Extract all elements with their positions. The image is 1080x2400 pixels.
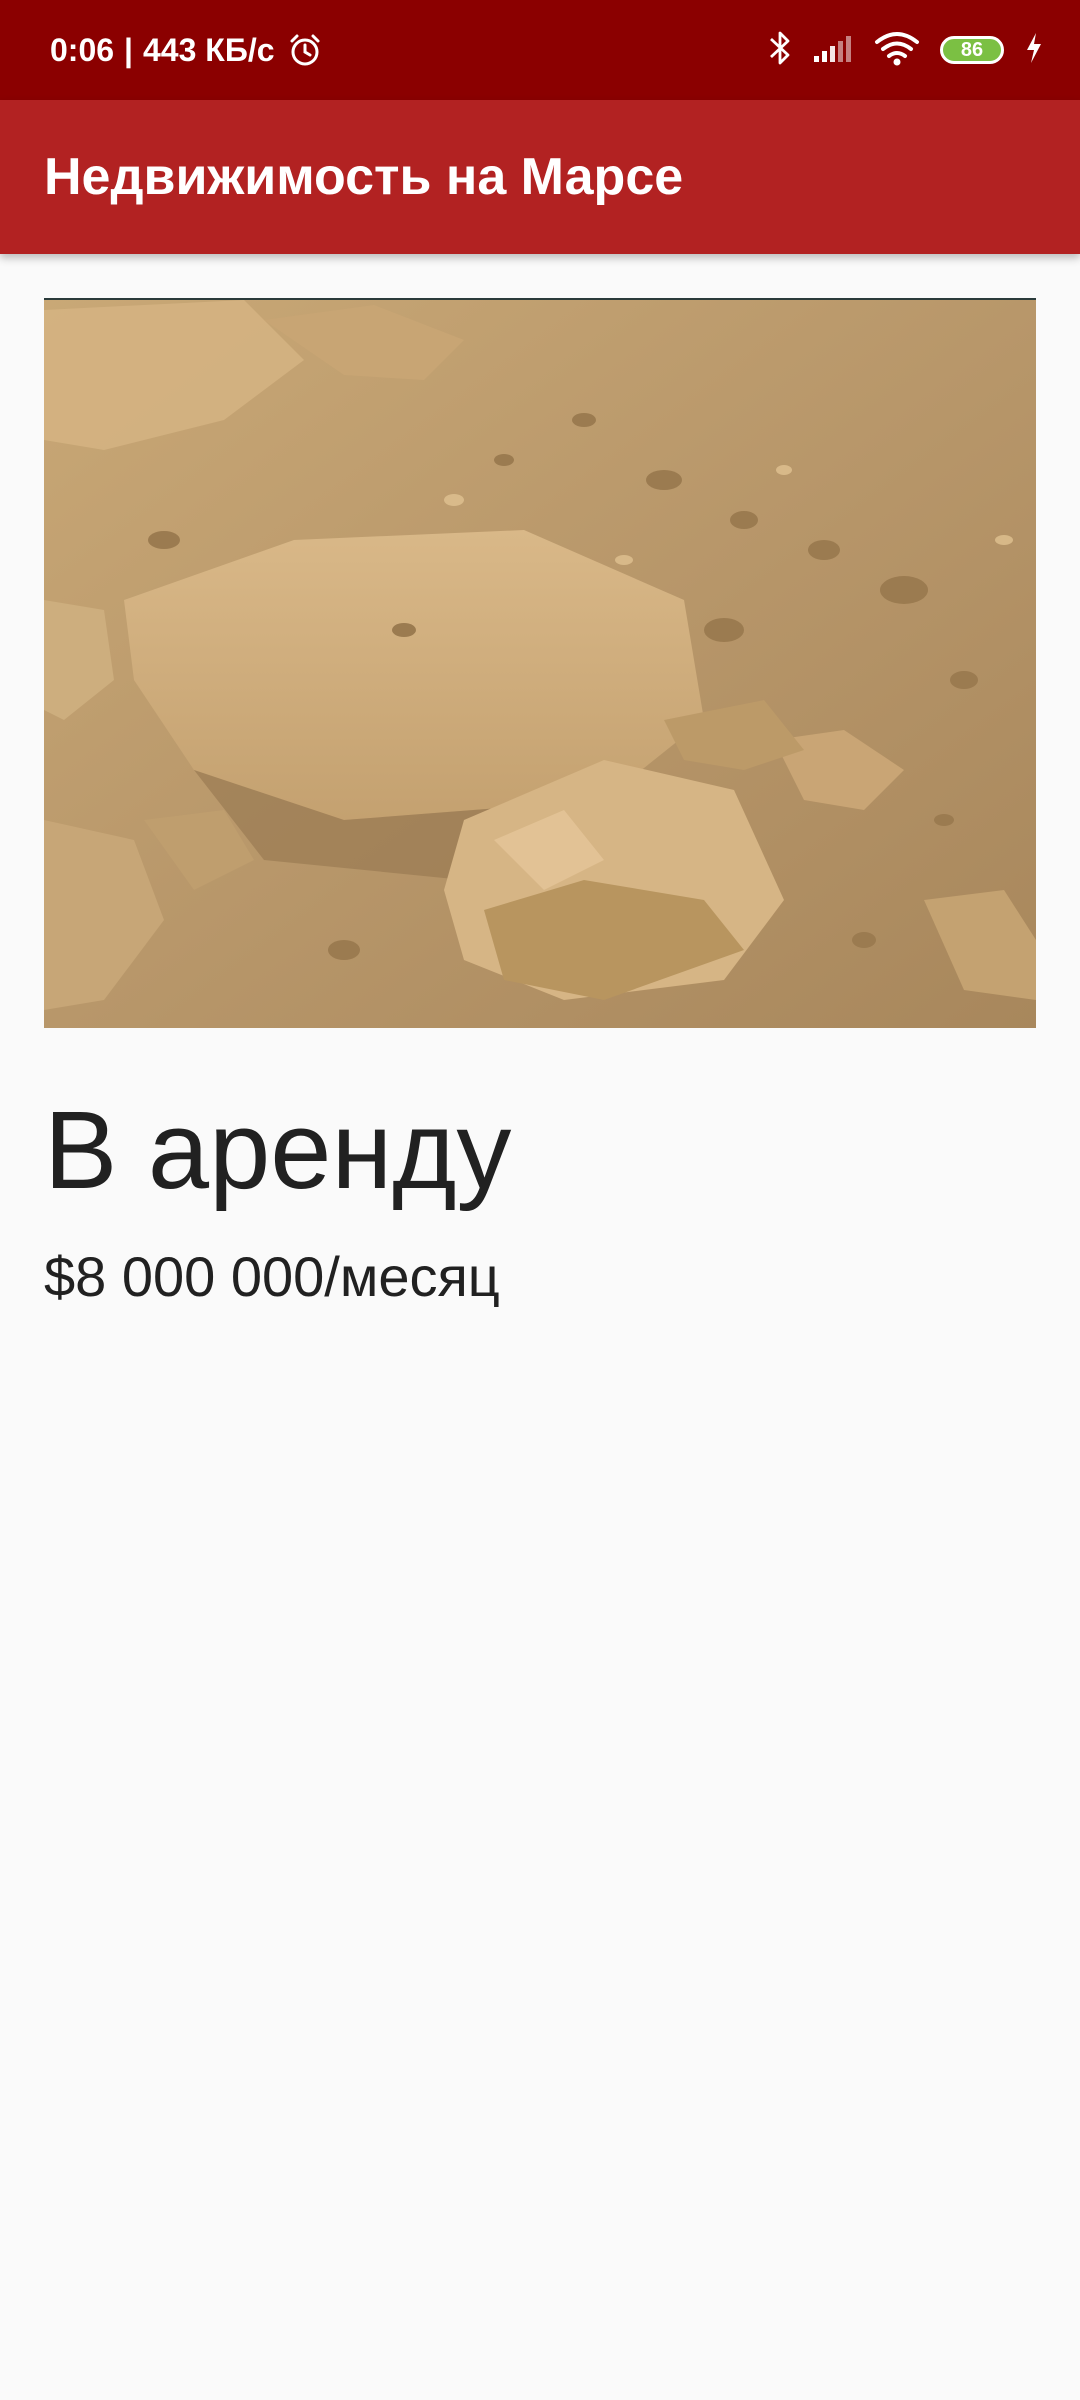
listing-type: В аренду: [44, 1089, 512, 1212]
status-network-speed: 443 КБ/с: [143, 31, 275, 68]
bluetooth-icon: [768, 29, 792, 72]
status-right: 86: [768, 0, 1044, 100]
status-bar: 0:06 | 443 КБ/с 86: [0, 0, 1080, 100]
app-title: Недвижимость на Марсе: [44, 148, 684, 206]
listing-price: $8 000 000/месяц: [44, 1245, 500, 1308]
mars-terrain-image: [44, 298, 1036, 1028]
status-left: 0:06 | 443 КБ/с: [50, 0, 323, 100]
status-time: 0:06: [50, 31, 115, 68]
status-separator: |: [124, 31, 133, 68]
signal-icon: [812, 32, 854, 69]
app-bar: Недвижимость на Марсе: [0, 100, 1080, 254]
battery-level: 86: [960, 39, 984, 61]
battery-icon: 86: [940, 36, 1004, 64]
alarm-icon: [287, 32, 323, 68]
charging-icon: [1024, 31, 1044, 70]
wifi-icon: [874, 30, 920, 71]
